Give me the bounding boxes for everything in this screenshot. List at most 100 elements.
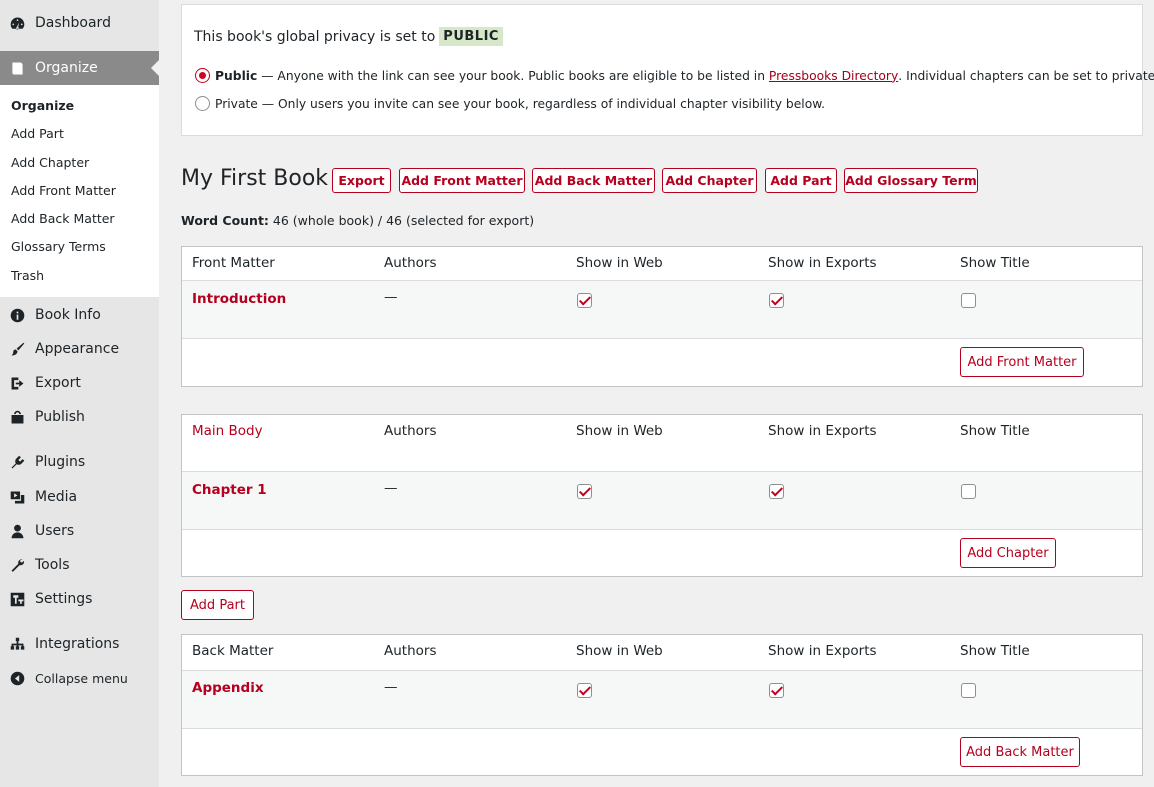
menu-collapse[interactable]: Collapse menu xyxy=(0,661,159,695)
menu-media[interactable]: Media xyxy=(0,480,159,514)
wrench-icon xyxy=(8,556,26,574)
show-in-web-column-header: Show in Web xyxy=(576,643,663,659)
show-title-column-header: Show Title xyxy=(960,643,1030,659)
public-desc-after: . Individual chapters can be set to priv… xyxy=(898,68,1154,83)
back-matter-section: Back Matter Authors Show in Web Show in … xyxy=(181,634,1143,776)
admin-sidebar: Dashboard Organize Organize Add Part Add… xyxy=(0,0,159,787)
collapse-icon xyxy=(8,669,26,687)
item-title-link[interactable]: Chapter 1 xyxy=(192,482,267,498)
front-matter-footer: Add Front Matter xyxy=(182,339,1142,385)
add-glossary-term-button[interactable]: Add Glossary Term xyxy=(844,168,978,193)
authors-column-header: Authors xyxy=(384,423,437,439)
item-title-link[interactable]: Introduction xyxy=(192,291,286,307)
show-in-exports-column-header: Show in Exports xyxy=(768,423,877,439)
export-button[interactable]: Export xyxy=(332,168,391,193)
book-icon xyxy=(8,59,26,77)
submenu-organize[interactable]: Organize xyxy=(0,92,159,120)
add-back-matter-footer-button[interactable]: Add Back Matter xyxy=(960,737,1080,767)
show-in-web-checkbox[interactable] xyxy=(577,484,592,499)
add-chapter-button[interactable]: Add Chapter xyxy=(662,168,757,193)
menu-users[interactable]: Users xyxy=(0,514,159,548)
privacy-status-badge: PUBLIC xyxy=(439,27,503,46)
show-title-checkbox[interactable] xyxy=(961,293,976,308)
media-icon xyxy=(8,488,26,506)
submenu-add-chapter[interactable]: Add Chapter xyxy=(0,149,159,177)
menu-organize[interactable]: Organize xyxy=(0,51,159,85)
menu-appearance-label: Appearance xyxy=(35,341,120,357)
menu-export[interactable]: Export xyxy=(0,366,159,400)
menu-organize-label: Organize xyxy=(35,60,98,76)
show-title-checkbox[interactable] xyxy=(961,683,976,698)
main-body-heading[interactable]: Main Body xyxy=(192,423,263,439)
public-radio[interactable] xyxy=(195,68,210,83)
menu-plugins-label: Plugins xyxy=(35,454,86,470)
show-title-checkbox[interactable] xyxy=(961,484,976,499)
show-in-web-checkbox[interactable] xyxy=(577,293,592,308)
item-authors: — xyxy=(384,480,398,496)
public-desc-before: — Anyone with the link can see your book… xyxy=(257,68,769,83)
main-body-footer: Add Chapter xyxy=(182,530,1142,576)
menu-integrations[interactable]: Integrations xyxy=(0,627,159,661)
authors-column-header: Authors xyxy=(384,643,437,659)
menu-tools-label: Tools xyxy=(35,557,70,573)
public-option[interactable]: Public — Anyone with the link can see yo… xyxy=(195,68,1154,83)
word-count-label: Word Count: xyxy=(181,213,269,228)
show-in-exports-checkbox[interactable] xyxy=(769,293,784,308)
front-matter-heading: Front Matter xyxy=(192,255,275,271)
back-matter-header: Back Matter Authors Show in Web Show in … xyxy=(182,635,1142,671)
menu-publish-label: Publish xyxy=(35,409,85,425)
private-option[interactable]: Private — Only users you invite can see … xyxy=(195,96,825,111)
submenu-add-part[interactable]: Add Part xyxy=(0,120,159,148)
show-title-column-header: Show Title xyxy=(960,423,1030,439)
menu-book-info-label: Book Info xyxy=(35,307,101,323)
submenu-add-front-matter[interactable]: Add Front Matter xyxy=(0,177,159,205)
submenu-add-back-matter[interactable]: Add Back Matter xyxy=(0,205,159,233)
show-in-exports-checkbox[interactable] xyxy=(769,683,784,698)
table-row: Introduction — xyxy=(182,281,1142,339)
show-in-exports-column-header: Show in Exports xyxy=(768,643,877,659)
add-back-matter-button[interactable]: Add Back Matter xyxy=(532,168,655,193)
word-count-value: 46 (whole book) / 46 (selected for expor… xyxy=(268,213,535,228)
private-radio[interactable] xyxy=(195,96,210,111)
menu-publish[interactable]: Publish xyxy=(0,400,159,434)
add-part-button[interactable]: Add Part xyxy=(765,168,837,193)
front-matter-section: Front Matter Authors Show in Web Show in… xyxy=(181,246,1143,387)
dashboard-icon xyxy=(8,14,26,32)
front-matter-header: Front Matter Authors Show in Web Show in… xyxy=(182,247,1142,281)
submenu-glossary-terms[interactable]: Glossary Terms xyxy=(0,233,159,261)
public-label: Public xyxy=(215,68,258,83)
menu-settings[interactable]: Settings xyxy=(0,582,159,616)
item-title-link[interactable]: Appendix xyxy=(192,680,264,696)
paintbrush-icon xyxy=(8,340,26,358)
show-in-exports-column-header: Show in Exports xyxy=(768,255,877,271)
pressbooks-directory-link[interactable]: Pressbooks Directory xyxy=(769,69,898,83)
main-body-section: Main Body Authors Show in Web Show in Ex… xyxy=(181,414,1143,577)
menu-integrations-label: Integrations xyxy=(35,636,120,652)
table-row: Appendix — xyxy=(182,671,1142,729)
menu-appearance[interactable]: Appearance xyxy=(0,332,159,366)
show-in-web-checkbox[interactable] xyxy=(577,683,592,698)
menu-settings-label: Settings xyxy=(35,591,93,607)
menu-collapse-label: Collapse menu xyxy=(35,670,128,686)
add-front-matter-footer-button[interactable]: Add Front Matter xyxy=(960,347,1084,377)
user-icon xyxy=(8,522,26,540)
info-icon xyxy=(8,306,26,324)
book-title: My First Book xyxy=(181,166,329,191)
menu-dashboard[interactable]: Dashboard xyxy=(0,6,159,40)
settings-icon xyxy=(8,590,26,608)
item-authors: — xyxy=(384,679,398,695)
menu-users-label: Users xyxy=(35,523,75,539)
add-front-matter-button[interactable]: Add Front Matter xyxy=(399,168,525,193)
add-chapter-footer-button[interactable]: Add Chapter xyxy=(960,538,1056,568)
main-body-header: Main Body Authors Show in Web Show in Ex… xyxy=(182,415,1142,472)
menu-plugins[interactable]: Plugins xyxy=(0,445,159,479)
show-in-web-column-header: Show in Web xyxy=(576,255,663,271)
export-icon xyxy=(8,374,26,392)
menu-tools[interactable]: Tools xyxy=(0,548,159,582)
add-part-standalone-button[interactable]: Add Part xyxy=(181,590,254,620)
item-authors: — xyxy=(384,289,398,305)
organize-submenu: Organize Add Part Add Chapter Add Front … xyxy=(0,85,159,297)
submenu-trash[interactable]: Trash xyxy=(0,262,159,290)
menu-book-info[interactable]: Book Info xyxy=(0,298,159,332)
show-in-exports-checkbox[interactable] xyxy=(769,484,784,499)
